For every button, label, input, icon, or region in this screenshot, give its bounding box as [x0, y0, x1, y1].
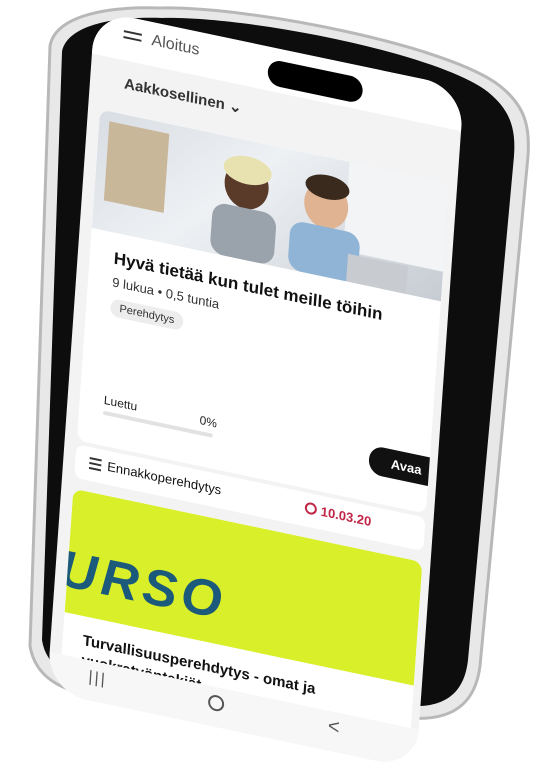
read-percent: 0% — [199, 413, 217, 430]
course-tag: Perehdytys — [110, 298, 184, 331]
phone-screen: Aloitus Aakkosellinen ⌄ — [47, 10, 464, 769]
sort-label: Aakkosellinen — [124, 75, 226, 113]
recents-icon[interactable]: ||| — [88, 668, 108, 690]
vest-print-text: URSO — [58, 538, 228, 632]
window — [343, 162, 449, 272]
course-date: 10.03.20 — [320, 504, 372, 529]
page-title: Aloitus — [151, 32, 200, 60]
course-card[interactable]: Hyvä tietää kun tulet meille töihin 9 lu… — [77, 109, 450, 513]
home-icon[interactable] — [208, 694, 225, 713]
read-label: Luettu — [103, 393, 137, 414]
person-left-body — [209, 201, 276, 266]
menu-icon[interactable] — [123, 30, 142, 46]
clock-icon — [304, 501, 317, 515]
back-icon[interactable]: < — [327, 715, 340, 740]
scene: Aloitus Aakkosellinen ⌄ — [0, 0, 557, 739]
shelf — [104, 121, 169, 213]
open-button[interactable]: Avaa — [368, 445, 444, 489]
list-icon — [89, 457, 102, 471]
progress-bar — [103, 411, 213, 438]
chevron-down-icon: ⌄ — [228, 97, 242, 116]
